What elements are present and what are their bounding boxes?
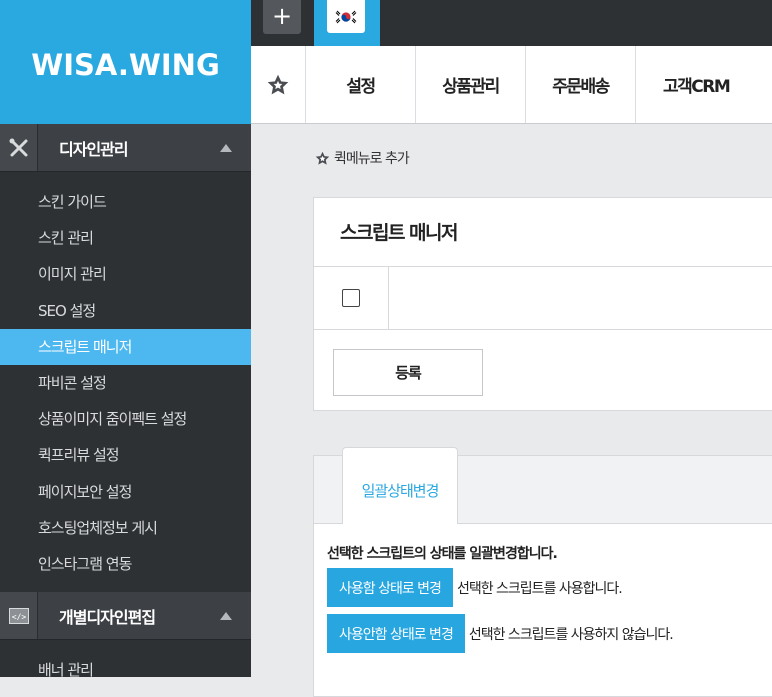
- checkbox-cell: [314, 267, 389, 329]
- logo-area: WISA.WING: [0, 0, 251, 124]
- favorites-star-icon[interactable]: [251, 46, 307, 123]
- script-manager-panel: 스크립트 매니저 등록: [313, 197, 772, 411]
- star-outline-icon: [315, 151, 330, 165]
- sidebar-list-custom: 배너 관리: [0, 640, 251, 677]
- disable-status-text: 선택한 스크립트를 사용하지 않습니다.: [468, 626, 674, 643]
- sidebar-section-title: 디자인관리: [59, 139, 129, 159]
- register-button[interactable]: 등록: [333, 349, 483, 396]
- sidebar-list-design: 스킨 가이드 스킨 관리 이미지 관리 SEO 설정 스크립트 매니저 파비콘 …: [0, 172, 251, 593]
- top-bar: +: [251, 0, 772, 46]
- code-icon: </>: [0, 592, 38, 640]
- sidebar-item-page-security[interactable]: 페이지보안 설정: [0, 474, 251, 510]
- sidebar-item-banner[interactable]: 배너 관리: [0, 652, 251, 677]
- sidebar-item-instagram[interactable]: 인스타그램 연동: [0, 546, 251, 582]
- svg-text:</>: </>: [11, 612, 26, 621]
- tab-crm[interactable]: 고객CRM: [636, 46, 772, 123]
- chevron-up-icon[interactable]: [201, 592, 251, 639]
- disable-row: 사용안함 상태로 변경 선택한 스크립트를 사용하지 않습니다.: [327, 614, 674, 653]
- enable-status-text: 선택한 스크립트를 사용합니다.: [456, 580, 623, 597]
- select-all-checkbox[interactable]: [342, 289, 360, 307]
- sidebar-item-skin-manage[interactable]: 스킨 관리: [0, 220, 251, 256]
- sidebar: 디자인관리 스킨 가이드 스킨 관리 이미지 관리 SEO 설정 스크립트 매니…: [0, 124, 251, 677]
- chevron-up-icon[interactable]: [201, 124, 251, 171]
- sidebar-item-seo[interactable]: SEO 설정: [0, 293, 251, 329]
- brand-logo[interactable]: WISA.WING: [31, 48, 220, 82]
- tools-icon: [0, 124, 38, 171]
- add-to-quick-menu[interactable]: 퀵메뉴로 추가: [314, 148, 410, 168]
- tab-orders[interactable]: 주문배송: [526, 46, 637, 123]
- status-change-panel: 일괄상태변경 선택한 스크립트의 상태를 일괄변경합니다. 사용함 상태로 변경…: [313, 447, 772, 697]
- sidebar-section-custom-design[interactable]: </> 개별디자인편집: [0, 592, 251, 641]
- status-description: 선택한 스크립트의 상태를 일괄변경합니다.: [327, 546, 558, 562]
- sidebar-section-title: 개별디자인편집: [59, 607, 156, 627]
- korea-flag-icon[interactable]: [327, 0, 365, 33]
- sidebar-item-hosting-info[interactable]: 호스팅업체정보 게시: [0, 510, 251, 546]
- sidebar-section-design[interactable]: 디자인관리: [0, 124, 251, 172]
- enable-row: 사용함 상태로 변경 선택한 스크립트를 사용합니다.: [327, 568, 623, 607]
- main-menu-bar: 설정 상품관리 주문배송 고객CRM: [251, 46, 772, 124]
- enable-status-button[interactable]: 사용함 상태로 변경: [327, 568, 453, 607]
- add-button[interactable]: +: [263, 0, 301, 34]
- sidebar-item-quick-preview[interactable]: 퀵프리뷰 설정: [0, 437, 251, 473]
- table-row: [314, 266, 772, 330]
- tab-settings[interactable]: 설정: [306, 46, 417, 123]
- tab-products[interactable]: 상품관리: [416, 46, 527, 123]
- quick-menu-label: 퀵메뉴로 추가: [334, 151, 410, 167]
- page-title: 스크립트 매니저: [340, 222, 458, 244]
- sidebar-item-script-manager[interactable]: 스크립트 매니저: [0, 328, 251, 365]
- sidebar-item-zoom-effect[interactable]: 상품이미지 줌이펙트 설정: [0, 401, 251, 437]
- sidebar-item-image-manage[interactable]: 이미지 관리: [0, 256, 251, 292]
- tab-strip: 일괄상태변경: [314, 447, 772, 524]
- disable-status-button[interactable]: 사용안함 상태로 변경: [327, 614, 465, 653]
- tab-bulk-status[interactable]: 일괄상태변경: [342, 447, 458, 524]
- sidebar-item-skin-guide[interactable]: 스킨 가이드: [0, 184, 251, 220]
- sidebar-item-favicon[interactable]: 파비콘 설정: [0, 365, 251, 401]
- language-tab[interactable]: [314, 0, 380, 46]
